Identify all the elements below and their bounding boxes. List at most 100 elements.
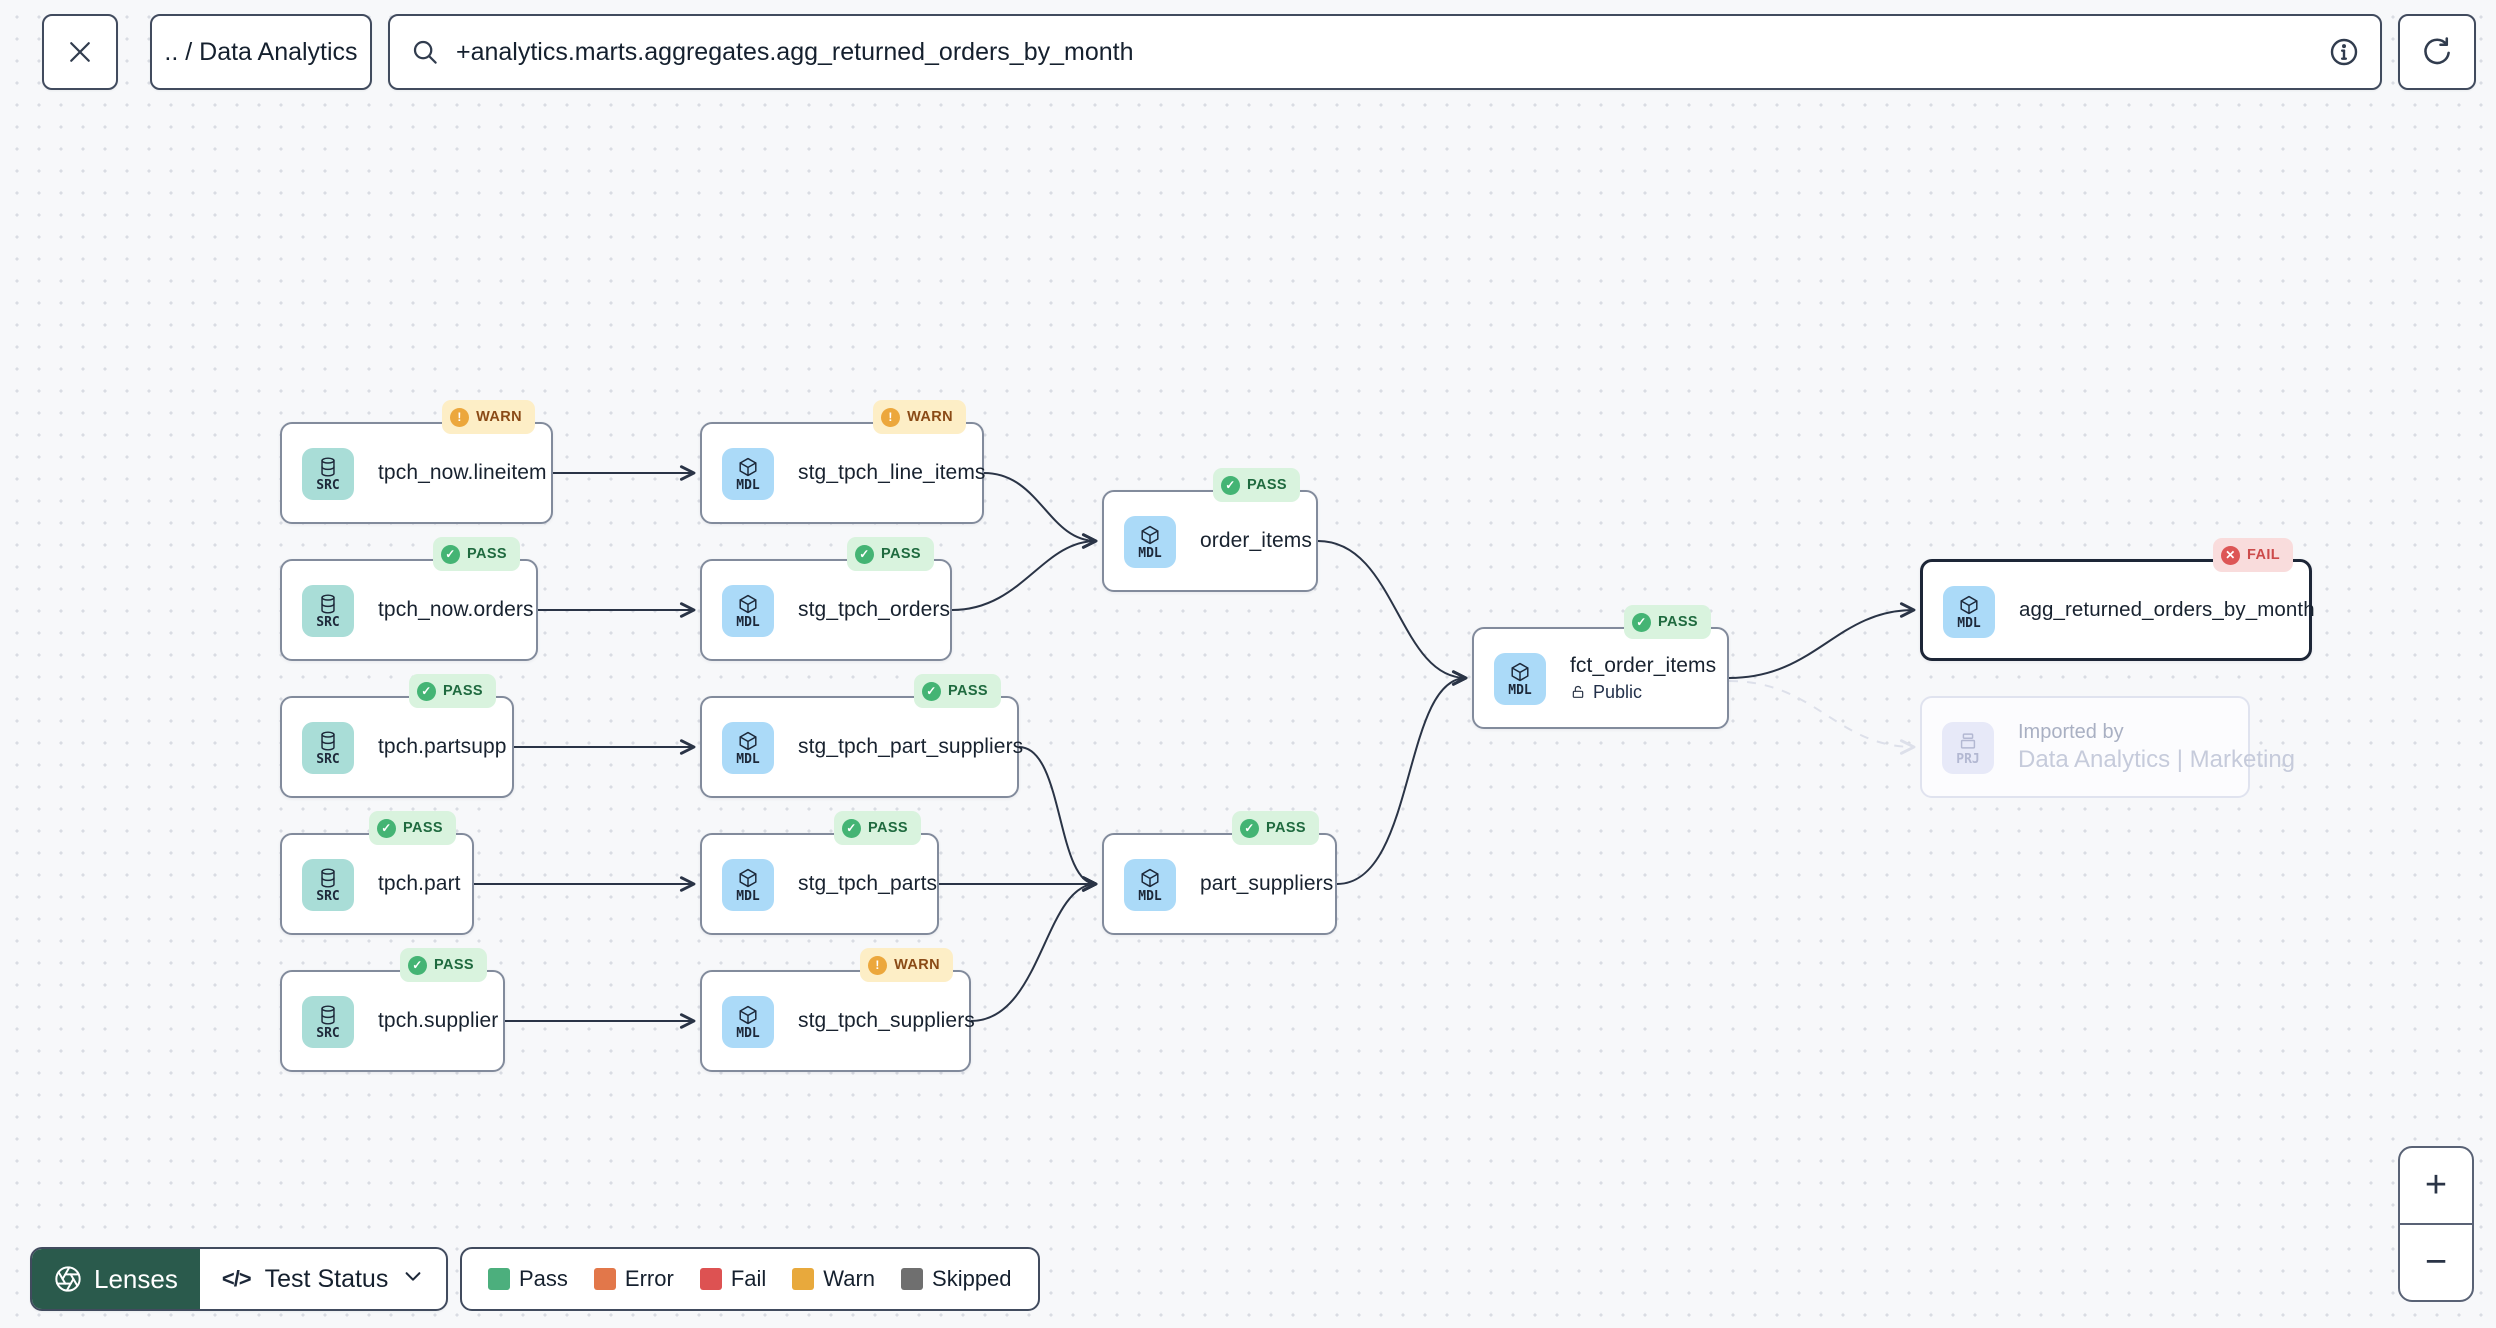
status-badge: ✓ PASS [1623,605,1711,639]
status-badge: ! WARN [860,948,953,982]
node-stg_tpch_suppliers[interactable]: ! WARN MDL stg_tpch_suppliers [700,948,975,1072]
pass-swatch [488,1268,510,1290]
status-badge: ✕ FAIL [2212,538,2293,572]
node-tpch_now-orders[interactable]: ✓ PASS SRC tpch_now.orders [280,537,538,661]
lenses-button[interactable]: Lenses [32,1249,200,1309]
model-type-icon: MDL [722,448,774,500]
lens-selected-label: Test Status [264,1264,389,1293]
project-stack-icon [1960,732,1976,749]
edge [970,876,1098,1022]
cube-icon [1141,868,1159,887]
imported-by-projects: Data Analytics | Marketing [2018,745,2296,773]
node-agg_returned_orders_by_month[interactable]: ✕ FAIL MDL agg_returned_orders_by_month [1920,538,2315,661]
legend-item-skipped: Skipped [901,1266,1012,1292]
source-type-icon: SRC [302,722,354,774]
check-icon: ✓ [1239,818,1259,838]
node-tpch-partsupp[interactable]: ✓ PASS SRC tpch.partsupp [280,674,514,798]
node-label: stg_tpch_line_items [798,461,986,484]
edge [1018,746,1098,892]
unlock-icon [1572,685,1584,698]
check-icon: ✓ [416,681,436,701]
model-type-icon: MDL [1124,859,1176,911]
legend-item-error: Error [593,1266,674,1292]
check-icon: ✓ [376,818,396,838]
chevron-down-icon [402,1265,424,1294]
node-tpch-supplier[interactable]: ✓ PASS SRC tpch.supplier [280,948,505,1072]
node-label: fct_order_items [1570,653,1717,677]
zoom-in-button[interactable]: + [2400,1148,2472,1225]
project-type-icon: PRJ [1942,722,1994,774]
database-icon [321,730,335,751]
status-badge: ✓ PASS [833,811,921,845]
edge [1317,540,1468,686]
model-type-icon: MDL [722,722,774,774]
status-badge: ✓ PASS [368,811,456,845]
node-label: stg_tpch_suppliers [798,1009,975,1032]
check-icon: ✓ [921,681,941,701]
status-badge: ✓ PASS [1231,811,1319,845]
node-tpch_now-lineitem[interactable]: ! WARN SRC tpch_now.lineitem [280,400,553,524]
source-type-icon: SRC [302,585,354,637]
error-swatch [593,1268,616,1290]
edge [983,472,1098,549]
node-label: stg_tpch_parts [798,872,938,895]
legend-item-warn: Warn [792,1266,875,1292]
status-badge: ✓ PASS [432,537,520,571]
edge [951,533,1098,611]
status-badge: ! WARN [873,400,966,434]
code-icon: </> [221,1266,252,1291]
aperture-icon [55,1266,81,1292]
node-label: stg_tpch_orders [798,598,951,621]
lenses-label: Lenses [94,1263,178,1294]
legend-item-pass: Pass [488,1266,568,1292]
node-part_suppliers[interactable]: ✓ PASS MDL part_suppliers [1102,811,1337,935]
visibility-tag: Public [1570,682,1716,703]
status-badge: ✓ PASS [846,537,934,571]
warn-swatch [792,1268,815,1290]
warn-icon: ! [450,407,470,427]
node-stg_tpch_parts[interactable]: ✓ PASS MDL stg_tpch_parts [700,811,939,935]
node-tpch-part[interactable]: ✓ PASS SRC tpch.part [280,811,474,935]
model-type-icon: MDL [1943,586,1995,638]
lineage-canvas[interactable]: { "topbar": { "breadcrumb": ".. / Data A… [0,0,2496,1328]
edge [1728,602,1916,679]
node-imported-by-project[interactable]: PRJ Imported by Data Analytics | Marketi… [1920,696,2295,798]
lens-selector: Lenses </> Test Status [30,1247,449,1311]
lens-dropdown[interactable]: </> Test Status [200,1249,446,1309]
cube-icon [739,868,757,887]
warn-icon: ! [868,955,888,975]
node-label: tpch.supplier [378,1009,499,1032]
imported-by-title: Imported by [2018,720,2124,743]
database-icon [321,867,335,888]
cube-icon [1141,525,1159,544]
zoom-out-button[interactable]: − [2400,1225,2472,1300]
edge [1336,670,1468,885]
node-stg_tpch_part_suppliers[interactable]: ✓ PASS MDL stg_tpch_part_suppliers [700,674,1023,798]
cube-icon [739,731,757,750]
node-label: part_suppliers [1200,872,1334,895]
lineage-edges [474,465,1916,1029]
cube-icon [1960,595,1978,614]
status-badge: ✓ PASS [913,674,1001,708]
model-type-icon: MDL [722,996,774,1048]
status-badge: ✓ PASS [1212,468,1300,502]
node-stg_tpch_orders[interactable]: ✓ PASS MDL stg_tpch_orders [700,537,952,661]
cube-icon [739,1005,757,1024]
model-type-icon: MDL [722,585,774,637]
node-fct_order_items[interactable]: ✓ PASS MDL fct_order_items Public [1472,605,1729,729]
check-icon: ✓ [1631,612,1651,632]
node-order_items[interactable]: ✓ PASS MDL order_items [1102,468,1318,592]
node-label: order_items [1200,529,1312,552]
database-icon [321,593,335,614]
node-label: stg_tpch_part_suppliers [798,735,1024,758]
node-label: agg_returned_orders_by_month [2019,598,2315,621]
check-icon: ✓ [1220,475,1240,495]
test-status-legend: Pass Error Fail Warn Skipped [460,1247,1040,1311]
check-icon: ✓ [854,544,874,564]
model-type-icon: MDL [722,859,774,911]
node-label: tpch.part [378,872,461,895]
database-icon [321,1004,335,1025]
skipped-swatch [901,1268,924,1290]
warn-icon: ! [881,407,901,427]
node-stg_tpch_line_items[interactable]: ! WARN MDL stg_tpch_line_items [700,400,986,524]
